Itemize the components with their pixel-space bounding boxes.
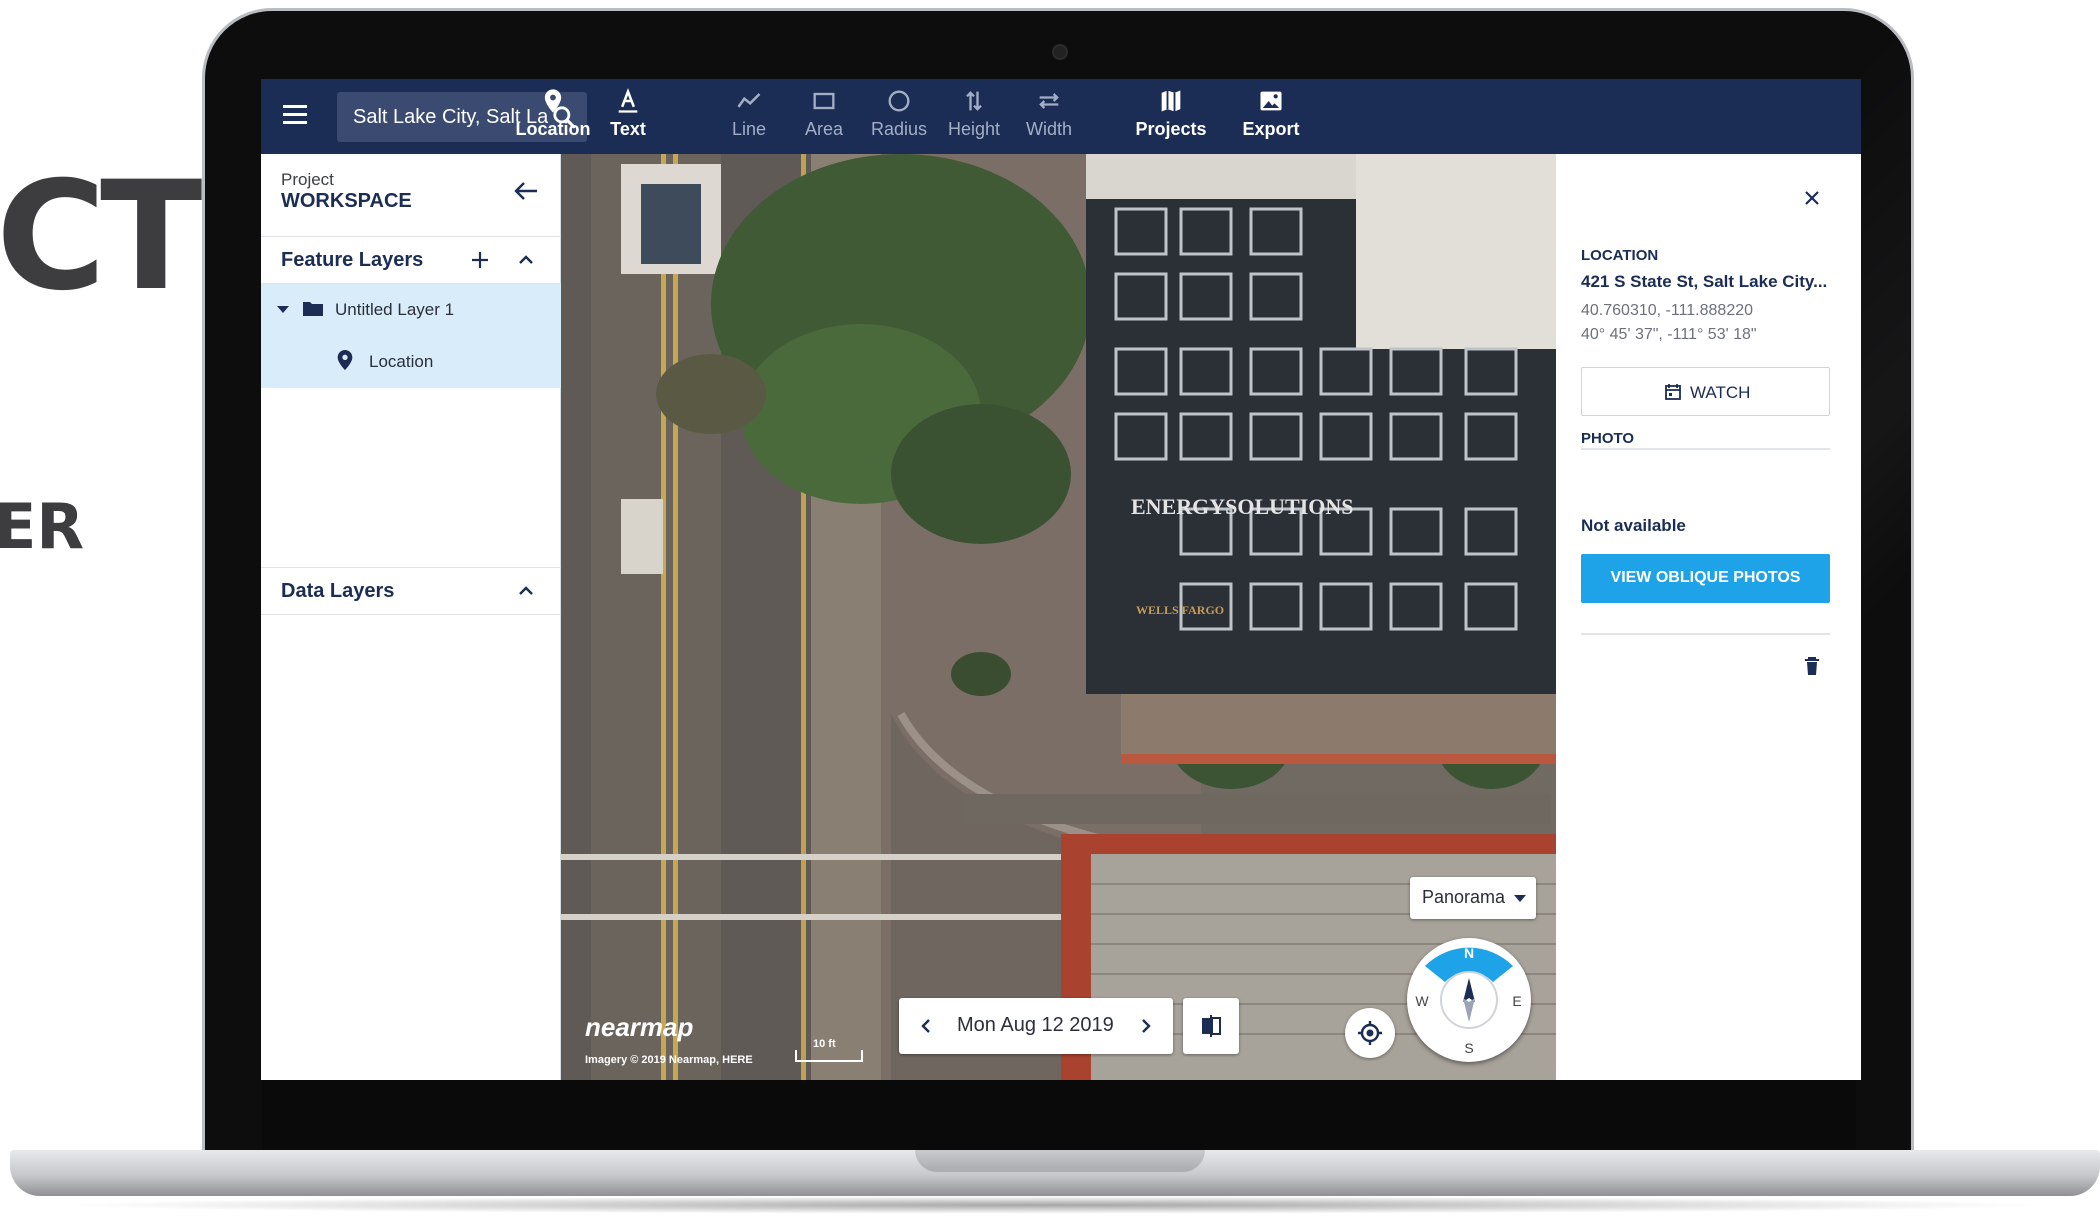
map-scale-label: 10 ft [813, 1038, 836, 1050]
layers-sidebar: Project WORKSPACE Feature Layers Untitle… [261, 154, 561, 1080]
radius-icon [888, 90, 910, 112]
location-pin-icon [337, 350, 353, 370]
layer-child-location[interactable]: Location [261, 336, 561, 388]
width-icon [1039, 93, 1059, 109]
data-layers-header[interactable]: Data Layers [261, 567, 561, 615]
project-name: WORKSPACE [281, 190, 412, 212]
tool-projects-button[interactable]: Projects [1121, 87, 1221, 149]
feature-layers-header[interactable]: Feature Layers [261, 236, 561, 284]
tool-label: Export [1242, 119, 1300, 139]
webcam [1052, 44, 1068, 60]
laptop-bezel-bottom [262, 1080, 1856, 1150]
back-arrow-icon[interactable] [513, 180, 539, 202]
split-compare-icon [1202, 1015, 1221, 1037]
tool-text-button[interactable]: Text [578, 87, 678, 149]
photo-caption: PHOTO [1581, 430, 1635, 447]
chevron-up-icon[interactable] [517, 582, 535, 600]
background-headline-fragment: CT [0, 150, 202, 324]
laptop-shadow [60, 1196, 2050, 1214]
layer-name: Untitled Layer 1 [335, 300, 455, 319]
background-subheading-fragment: ER [0, 490, 85, 563]
height-icon [966, 91, 982, 111]
bank-sign: WELLS FARGO [1136, 603, 1224, 617]
line-icon [737, 93, 761, 108]
chevron-left-icon[interactable] [919, 1016, 933, 1036]
coordinates-dms: 40° 45' 37", -111° 53' 18" [1581, 326, 1757, 343]
view-oblique-photos-button[interactable]: VIEW OBLIQUE PHOTOS [1581, 554, 1830, 603]
watch-button[interactable]: WATCH [1581, 367, 1830, 416]
watch-label: WATCH [1690, 383, 1751, 402]
location-caption: LOCATION [1581, 247, 1659, 264]
top-toolbar: Salt Lake City, Salt Lake Location Text … [261, 79, 1861, 154]
compass-north-label: N [1464, 945, 1474, 961]
view-mode-dropdown[interactable]: Panorama [1410, 877, 1536, 919]
imagery-date: Mon Aug 12 2019 [957, 1014, 1114, 1036]
map-scale-bar [795, 1050, 863, 1062]
compare-imagery-button[interactable] [1183, 998, 1239, 1054]
trash-icon[interactable] [1804, 656, 1820, 676]
folder-icon [303, 302, 323, 316]
location-pin-icon [544, 89, 562, 113]
compass-east-label: E [1512, 993, 1521, 1009]
tool-label: Text [610, 119, 646, 139]
tool-export-button[interactable]: Export [1221, 87, 1321, 149]
compass-control[interactable]: N E S W [1407, 938, 1531, 1062]
tool-label: Projects [1135, 119, 1207, 139]
chevron-up-icon[interactable] [517, 251, 535, 269]
add-layer-plus-icon[interactable] [469, 249, 491, 271]
tool-width-button[interactable]: Width [999, 87, 1099, 149]
layer-row-untitled-layer-1[interactable]: Untitled Layer 1 [261, 284, 561, 336]
caret-down-icon [1514, 895, 1526, 902]
compass-south-label: S [1464, 1040, 1473, 1056]
export-image-icon [1260, 91, 1282, 111]
nearmap-logo: nearmap [585, 1012, 694, 1042]
imagery-credit: Imagery © 2019 Nearmap, HERE [585, 1054, 753, 1066]
my-location-button[interactable] [1345, 1008, 1395, 1058]
location-details-panel: LOCATION 421 S State St, Salt Lake City.… [1556, 154, 1861, 1080]
crosshair-location-icon [1358, 1021, 1382, 1045]
chevron-right-icon[interactable] [1139, 1016, 1153, 1036]
hamburger-menu-icon[interactable] [283, 105, 307, 127]
layer-item-label: Location [369, 352, 434, 371]
imagery-date-picker[interactable]: Mon Aug 12 2019 [899, 998, 1173, 1054]
compass-west-label: W [1415, 993, 1429, 1009]
app-screen: Salt Lake City, Salt Lake Location Text … [261, 79, 1861, 1080]
laptop-opening-notch [915, 1150, 1205, 1172]
compass-rose-icon: N E S W [1415, 945, 1521, 1056]
text-icon [618, 88, 638, 113]
location-address: 421 S State St, Salt Lake City... [1581, 272, 1828, 291]
data-layers-title: Data Layers [281, 580, 395, 602]
projects-map-icon [1161, 90, 1181, 112]
project-label: Project [281, 170, 334, 189]
panel-divider [1581, 633, 1830, 635]
coordinates-decimal: 40.760310, -111.888220 [1581, 302, 1754, 319]
area-icon [813, 92, 835, 110]
view-mode-value: Panorama [1422, 887, 1506, 907]
calendar-icon [1665, 384, 1681, 400]
building-sign: ENERGYSOLUTIONS [1131, 494, 1354, 519]
aerial-map[interactable]: ENERGYSOLUTIONS WELLS FARGO Panorama N E… [561, 154, 1556, 1080]
photo-status: Not available [1581, 516, 1686, 535]
oblique-label: VIEW OBLIQUE PHOTOS [1610, 569, 1801, 586]
tool-label: Width [1025, 119, 1072, 139]
stage: CT ER Salt Lake City, Salt Lake Location… [0, 0, 2100, 1225]
panel-divider [1581, 448, 1830, 450]
close-icon[interactable] [1802, 188, 1822, 208]
feature-layers-title: Feature Layers [281, 249, 424, 271]
expand-triangle-icon[interactable] [277, 306, 289, 313]
